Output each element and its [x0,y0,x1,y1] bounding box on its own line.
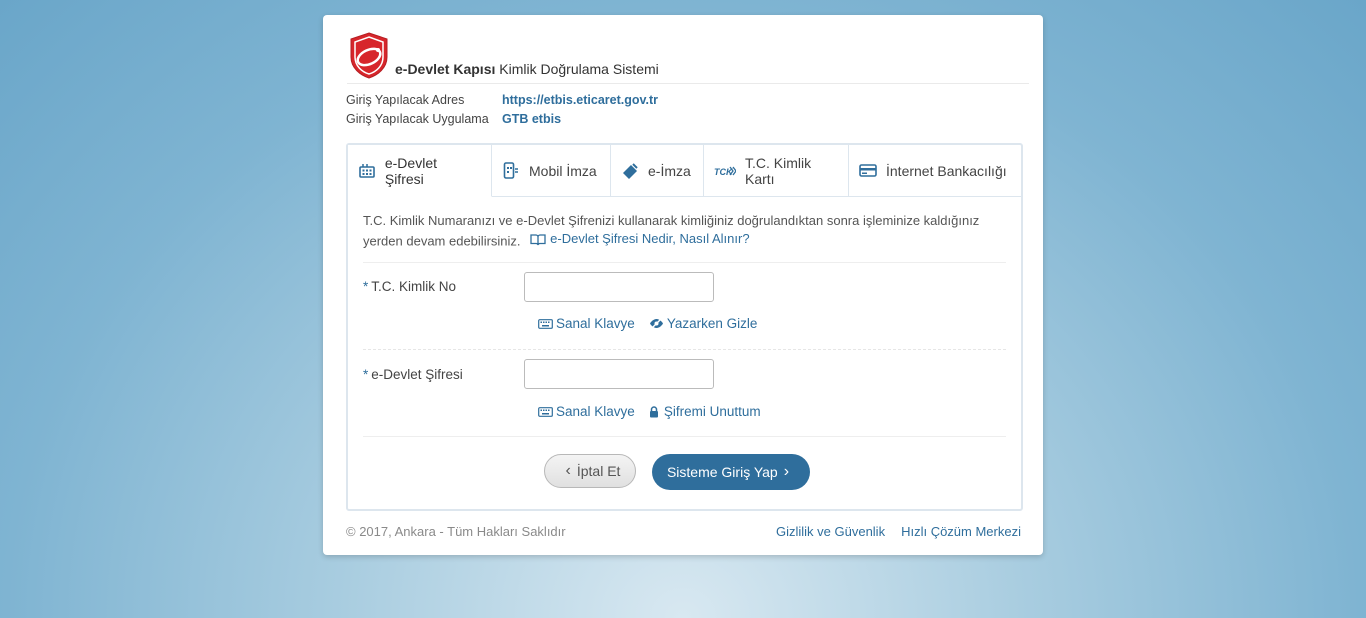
virtual-keyboard-label: Sanal Klavye [556,404,635,419]
credit-card-icon [859,163,877,179]
tab-internet-bankaciligi[interactable]: İnternet Bankacılığı [849,145,1021,196]
divider [363,349,1006,350]
address-value: https://etbis.eticaret.gov.tr [502,93,659,107]
login-method-tabs: e-Devlet Şifresi Mobil İmza e-İmza TCK T… [348,145,1021,197]
tab-label: T.C. Kimlik Kartı [745,154,812,187]
help-link-label: e-Devlet Şifresi Nedir, Nasıl Alınır? [550,231,750,246]
application-value: GTB etbis [502,112,562,126]
password-label-text: e-Devlet Şifresi [371,367,463,382]
password-input[interactable] [524,359,714,389]
book-icon [530,233,546,245]
login-card: e-Devlet Kapısı Kimlik Doğrulama Sistemi… [323,15,1043,555]
tc-kimlik-label-text: T.C. Kimlik No [371,279,457,294]
virtual-keyboard-button[interactable]: Sanal Klavye [538,316,635,331]
chevron-left-icon: ‹ [565,462,571,479]
application-label: Giriş Yapılacak Uygulama [346,112,489,126]
address-label: Giriş Yapılacak Adres [346,93,465,107]
keypad-icon [358,163,376,179]
tab-e-devlet-sifresi[interactable]: e-Devlet Şifresi [348,145,492,197]
tab-e-imza[interactable]: e-İmza [611,145,704,196]
cancel-button-label: İptal Et [576,463,621,479]
divider [363,262,1006,263]
tab-tc-kimlik-karti[interactable]: TCK T.C. Kimlik Kartı [704,145,849,196]
virtual-keyboard-label: Sanal Klavye [556,316,635,331]
tab-label: e-İmza [648,162,691,179]
header: e-Devlet Kapısı Kimlik Doğrulama Sistemi [347,31,1029,84]
tc-kimlik-tools: Sanal Klavye Yazarken Gizle [538,316,757,331]
required-mark: * [363,279,369,294]
login-panel: e-Devlet Şifresi Mobil İmza e-İmza TCK T… [346,143,1023,511]
brand-title: e-Devlet Kapısı Kimlik Doğrulama Sistemi [395,61,659,77]
usb-token-icon [621,162,639,179]
privacy-link[interactable]: Gizlilik ve Güvenlik [776,524,885,539]
tab-label: Mobil İmza [529,162,597,179]
password-label: * e-Devlet Şifresi [363,367,463,382]
id-card-icon: TCK [714,163,736,179]
keyboard-icon [538,406,553,417]
help-link[interactable]: e-Devlet Şifresi Nedir, Nasıl Alınır? [530,230,750,248]
tab-mobil-imza[interactable]: Mobil İmza [492,145,611,196]
divider [363,436,1006,437]
tab-label: e-Devlet Şifresi [384,154,437,187]
forgot-password-link[interactable]: Şifremi Unuttum [649,404,761,419]
lock-icon [649,405,659,418]
copyright-text: © 2017, Ankara - Tüm Hakları Saklıdır [346,524,566,539]
required-mark: * [363,367,369,382]
password-tools: Sanal Klavye Şifremi Unuttum [538,404,761,419]
keyboard-icon [538,318,553,329]
hide-while-typing-label: Yazarken Gizle [666,316,758,331]
cancel-button[interactable]: ‹ İptal Et [544,454,636,488]
support-center-link[interactable]: Hızlı Çözüm Merkezi [901,524,1021,539]
submit-button[interactable]: Sisteme Giriş Yap › [652,454,810,490]
eye-slash-icon [649,318,664,329]
tc-kimlik-input[interactable] [524,272,714,302]
hide-while-typing-button[interactable]: Yazarken Gizle [649,316,758,331]
virtual-keyboard-button[interactable]: Sanal Klavye [538,404,635,419]
forgot-password-label: Şifremi Unuttum [663,404,761,419]
footer: © 2017, Ankara - Tüm Hakları Saklıdır Gi… [346,524,1021,539]
chevron-right-icon: › [783,463,790,480]
tab-label: İnternet Bankacılığı [886,162,1007,179]
tc-kimlik-label: * T.C. Kimlik No [363,279,456,294]
submit-button-label: Sisteme Giriş Yap [666,464,778,480]
target-info: Giriş Yapılacak Adres https://etbis.etic… [346,91,658,129]
mobile-signature-icon [502,162,520,179]
login-description: T.C. Kimlik Numaranızı ve e-Devlet Şifre… [363,212,988,251]
e-devlet-logo-icon [350,32,388,79]
